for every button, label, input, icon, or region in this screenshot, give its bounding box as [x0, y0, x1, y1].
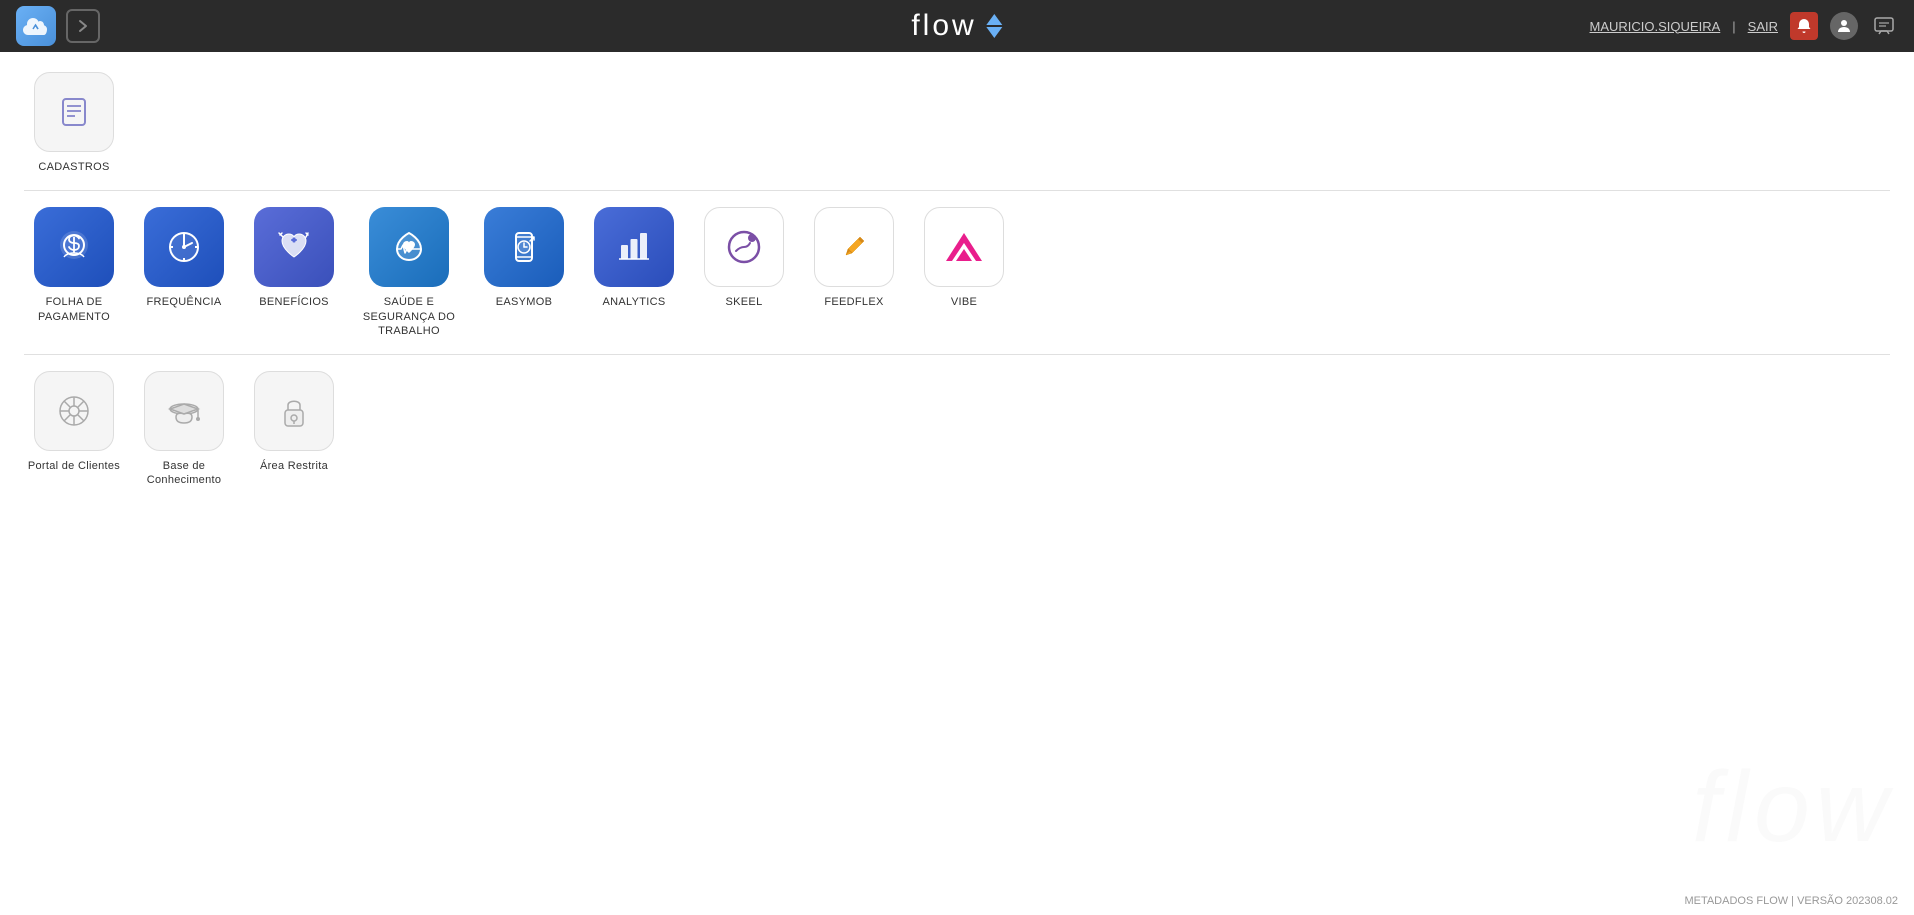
forward-icon[interactable] [66, 9, 100, 43]
app-item-frequencia[interactable]: FREQUÊNCIA [134, 207, 234, 338]
header-left [16, 6, 100, 46]
apps-section: FOLHA DEPAGAMENTO FREQUÊNCIA [24, 207, 1890, 338]
app-item-vibe[interactable]: VIBE [914, 207, 1014, 338]
notification-bell-icon[interactable] [1790, 12, 1818, 40]
beneficios-icon [254, 207, 334, 287]
app-item-portal-clientes[interactable]: Portal de Clientes [24, 371, 124, 488]
user-avatar-icon[interactable] [1830, 12, 1858, 40]
app-item-area-restrita[interactable]: Área Restrita [244, 371, 344, 488]
app-item-feedflex[interactable]: FEEDFLEX [804, 207, 904, 338]
folha-icon [34, 207, 114, 287]
app-item-easymob[interactable]: EASYMOB [474, 207, 574, 338]
analytics-icon [594, 207, 674, 287]
title-text: flow [911, 9, 976, 43]
cadastros-icon [34, 72, 114, 152]
portal-label: Portal de Clientes [28, 459, 120, 473]
easymob-icon [484, 207, 564, 287]
app-item-analytics[interactable]: ANALYTICS [584, 207, 684, 338]
app-item-skeel[interactable]: SKEEL [694, 207, 794, 338]
header: flow MAURICIO.SIQUEIRA | SAIR [0, 0, 1914, 52]
base-label: Base deConhecimento [147, 459, 222, 488]
feedflex-icon [814, 207, 894, 287]
main-content: CADASTROS FOLHA DEPAGAMENTO [0, 52, 1914, 518]
base-icon [144, 371, 224, 451]
app-item-folha-pagamento[interactable]: FOLHA DEPAGAMENTO [24, 207, 124, 338]
version-label: METADADOS FLOW | VERSÃO 202308.02 [1684, 895, 1898, 907]
logo-icon[interactable] [16, 6, 56, 46]
cadastros-section: CADASTROS [24, 72, 1890, 174]
vibe-label: VIBE [951, 295, 977, 309]
user-name-link[interactable]: MAURICIO.SIQUEIRA [1590, 19, 1721, 34]
cadastros-label: CADASTROS [38, 160, 109, 174]
separator: | [1732, 19, 1735, 34]
analytics-label: ANALYTICS [602, 295, 665, 309]
header-right: MAURICIO.SIQUEIRA | SAIR [1590, 12, 1898, 40]
skeel-icon [704, 207, 784, 287]
skeel-label: SKEEL [726, 295, 763, 309]
divider-1 [24, 190, 1890, 191]
vibe-icon [924, 207, 1004, 287]
app-item-base-conhecimento[interactable]: Base deConhecimento [134, 371, 234, 488]
saude-icon [369, 207, 449, 287]
saude-label: SAÚDE ESEGURANÇA DOTRABALHO [363, 295, 455, 338]
app-item-beneficios[interactable]: BENEFÍCIOS [244, 207, 344, 338]
folha-label: FOLHA DEPAGAMENTO [38, 295, 110, 324]
feedflex-label: FEEDFLEX [824, 295, 883, 309]
logout-link[interactable]: SAIR [1748, 19, 1778, 34]
support-section: Portal de Clientes Base deConhecimento [24, 371, 1890, 488]
chat-icon[interactable] [1870, 12, 1898, 40]
restrita-label: Área Restrita [260, 459, 328, 473]
divider-2 [24, 354, 1890, 355]
easymob-label: EASYMOB [496, 295, 553, 309]
frequencia-icon [144, 207, 224, 287]
watermark: flow [1692, 750, 1894, 865]
portal-icon [34, 371, 114, 451]
beneficios-label: BENEFÍCIOS [259, 295, 329, 309]
app-title: flow [911, 9, 1002, 43]
app-item-saude-seguranca[interactable]: SAÚDE ESEGURANÇA DOTRABALHO [354, 207, 464, 338]
frequencia-label: FREQUÊNCIA [146, 295, 221, 309]
app-item-cadastros[interactable]: CADASTROS [24, 72, 124, 174]
restrita-icon [254, 371, 334, 451]
